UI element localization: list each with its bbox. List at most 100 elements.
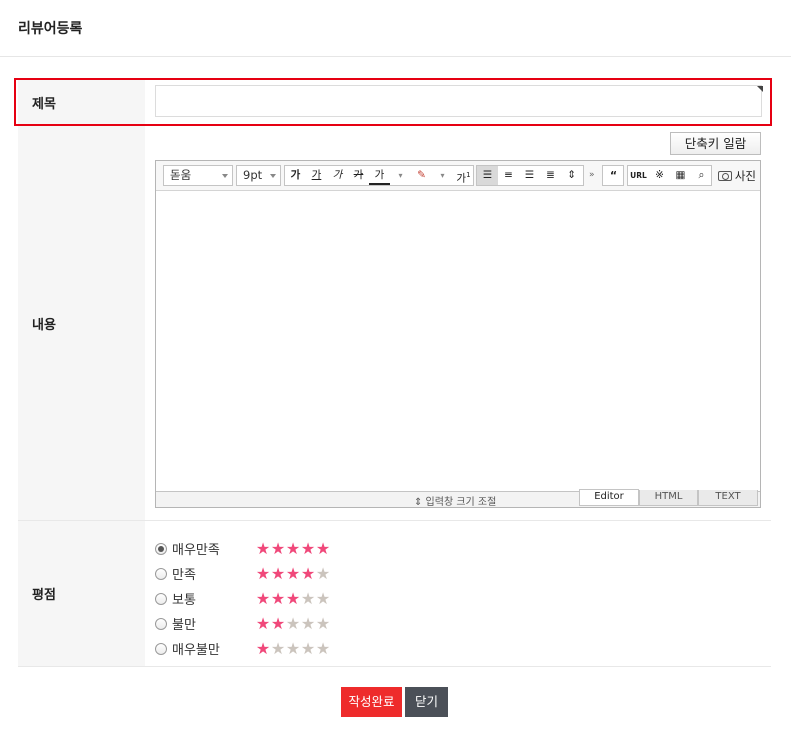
rating-radio[interactable] xyxy=(155,617,167,630)
font-size-select[interactable]: 9pt xyxy=(236,165,281,186)
review-form: 제목 내용 단축키 일람 돋움 9pt 가 가 가 가 가 ▾ ✎ ▾ 가1 ☰… xyxy=(14,78,772,667)
rating-option[interactable]: 불만 ★ ★ ★ ★ ★ xyxy=(155,611,330,636)
rating-label: 평점 xyxy=(18,521,145,666)
chevron-down-icon xyxy=(270,174,276,178)
content-row: 내용 단축키 일람 돋움 9pt 가 가 가 가 가 ▾ ✎ ▾ 가1 ☰ ≡ … xyxy=(18,126,771,521)
quote-icon[interactable]: “ xyxy=(603,166,624,185)
font-color-button[interactable]: 가 xyxy=(369,166,390,185)
align-justify-icon[interactable]: ≣ xyxy=(540,166,561,185)
resize-handle[interactable]: ⇕ 입력창 크기 조절 xyxy=(414,493,496,508)
star-rating: ★ ★ ★ ★ ★ xyxy=(255,563,330,583)
title-row: 제목 xyxy=(14,78,772,126)
corner-marker-icon xyxy=(757,86,763,92)
title-field-cell xyxy=(145,78,771,126)
title-label: 제목 xyxy=(18,78,145,126)
rating-option-label: 매우만족 xyxy=(172,543,220,558)
rating-option-label: 불만 xyxy=(172,618,196,633)
rating-option-label: 만족 xyxy=(172,568,196,583)
tab-html[interactable]: HTML xyxy=(639,490,698,506)
title-input[interactable] xyxy=(155,85,762,117)
star-empty-icon: ★ xyxy=(300,638,315,658)
close-button[interactable]: 닫기 xyxy=(405,687,448,717)
rating-options: 매우만족 ★ ★ ★ ★ ★ 만족 ★ ★ ★ ★ ★ 보통 ★ ★ ★ ★ ★ 불만 ★ ★ ★ ★ ★ 매우불만 ★ ★ ★ ★ ★ xyxy=(155,536,330,661)
star-filled-icon: ★ xyxy=(285,563,300,583)
underline-button[interactable]: 가 xyxy=(306,166,327,185)
rating-radio[interactable] xyxy=(155,642,167,655)
special-char-icon[interactable]: ※ xyxy=(649,166,670,185)
star-rating: ★ ★ ★ ★ ★ xyxy=(255,588,330,608)
rating-option[interactable]: 만족 ★ ★ ★ ★ ★ xyxy=(155,561,330,586)
star-rating: ★ ★ ★ ★ ★ xyxy=(255,538,330,558)
more-tools-icon[interactable]: » xyxy=(589,170,595,180)
form-actions: 작성완료 닫기 xyxy=(341,687,448,717)
rating-option[interactable]: 매우만족 ★ ★ ★ ★ ★ xyxy=(155,536,330,561)
star-filled-icon: ★ xyxy=(285,538,300,558)
star-filled-icon: ★ xyxy=(255,538,270,558)
font-family-select[interactable]: 돋움 xyxy=(163,165,233,186)
submit-button[interactable]: 작성완료 xyxy=(341,687,402,717)
editor-text-area[interactable] xyxy=(156,191,760,491)
font-size-value: 9pt xyxy=(243,168,263,182)
star-filled-icon: ★ xyxy=(285,588,300,608)
align-center-icon[interactable]: ≡ xyxy=(498,166,519,185)
strikethrough-button[interactable]: 가 xyxy=(348,166,369,185)
rating-option[interactable]: 보통 ★ ★ ★ ★ ★ xyxy=(155,586,330,611)
star-filled-icon: ★ xyxy=(270,613,285,633)
align-left-icon[interactable]: ☰ xyxy=(477,166,498,185)
insert-group: URL ※ ▦ ⌕ xyxy=(627,165,712,186)
tab-editor[interactable]: Editor xyxy=(579,489,639,506)
star-filled-icon: ★ xyxy=(255,638,270,658)
italic-button[interactable]: 가 xyxy=(327,166,348,185)
content-field-cell: 단축키 일람 돋움 9pt 가 가 가 가 가 ▾ ✎ ▾ 가1 ☰ ≡ ☰ ≣… xyxy=(145,126,771,520)
star-empty-icon: ★ xyxy=(270,638,285,658)
highlight-color-icon[interactable]: ✎ xyxy=(411,166,432,185)
shortcut-list-button[interactable]: 단축키 일람 xyxy=(670,132,761,155)
superscript-button[interactable]: 가1 xyxy=(453,166,474,185)
star-filled-icon: ★ xyxy=(270,588,285,608)
highlight-dropdown-icon[interactable]: ▾ xyxy=(432,166,453,185)
star-empty-icon: ★ xyxy=(285,613,300,633)
photo-button[interactable]: 사진 xyxy=(717,168,756,184)
star-filled-icon: ★ xyxy=(315,538,330,558)
star-filled-icon: ★ xyxy=(255,588,270,608)
star-empty-icon: ★ xyxy=(315,638,330,658)
star-filled-icon: ★ xyxy=(270,538,285,558)
rating-option-label: 매우불만 xyxy=(172,643,220,658)
star-empty-icon: ★ xyxy=(315,563,330,583)
rating-option-label: 보통 xyxy=(172,593,196,608)
content-label: 내용 xyxy=(18,126,145,520)
rating-radio[interactable] xyxy=(155,542,167,555)
search-icon[interactable]: ⌕ xyxy=(691,166,712,185)
font-family-value: 돋움 xyxy=(170,168,192,182)
star-filled-icon: ★ xyxy=(300,563,315,583)
rating-row: 평점 매우만족 ★ ★ ★ ★ ★ 만족 ★ ★ ★ ★ ★ 보통 ★ ★ ★ ★ ★ 불만 ★ ★ ★ ★ ★ 매우불만 ★ ★ ★… xyxy=(18,521,771,667)
superscript-label: 가 xyxy=(456,172,467,185)
tab-text[interactable]: TEXT xyxy=(698,490,758,506)
table-icon[interactable]: ▦ xyxy=(670,166,691,185)
rich-text-editor: 돋움 9pt 가 가 가 가 가 ▾ ✎ ▾ 가1 ☰ ≡ ☰ ≣ ⇕ » “ … xyxy=(155,160,761,508)
rating-option[interactable]: 매우불만 ★ ★ ★ ★ ★ xyxy=(155,636,330,661)
align-right-icon[interactable]: ☰ xyxy=(519,166,540,185)
star-empty-icon: ★ xyxy=(300,613,315,633)
rating-radio[interactable] xyxy=(155,567,167,580)
align-group: ☰ ≡ ☰ ≣ ⇕ xyxy=(476,165,584,186)
editor-footer: ⇕ 입력창 크기 조절 Editor HTML TEXT xyxy=(156,489,760,508)
star-empty-icon: ★ xyxy=(300,588,315,608)
line-height-icon[interactable]: ⇕ xyxy=(561,166,582,185)
quote-group: “ xyxy=(602,165,624,186)
url-button[interactable]: URL xyxy=(628,166,649,185)
star-filled-icon: ★ xyxy=(300,538,315,558)
photo-button-label: 사진 xyxy=(734,169,756,183)
text-format-group: 가 가 가 가 가 ▾ ✎ ▾ 가1 가1 xyxy=(284,165,492,186)
rating-radio[interactable] xyxy=(155,592,167,605)
chevron-down-icon xyxy=(222,174,228,178)
editor-toolbar: 돋움 9pt 가 가 가 가 가 ▾ ✎ ▾ 가1 ☰ ≡ ☰ ≣ ⇕ » “ … xyxy=(156,161,760,191)
font-color-dropdown-icon[interactable]: ▾ xyxy=(390,166,411,185)
star-filled-icon: ★ xyxy=(270,563,285,583)
star-filled-icon: ★ xyxy=(255,613,270,633)
camera-icon xyxy=(717,171,732,181)
star-empty-icon: ★ xyxy=(285,638,300,658)
title-divider xyxy=(0,56,791,57)
star-filled-icon: ★ xyxy=(255,563,270,583)
bold-button[interactable]: 가 xyxy=(285,166,306,185)
